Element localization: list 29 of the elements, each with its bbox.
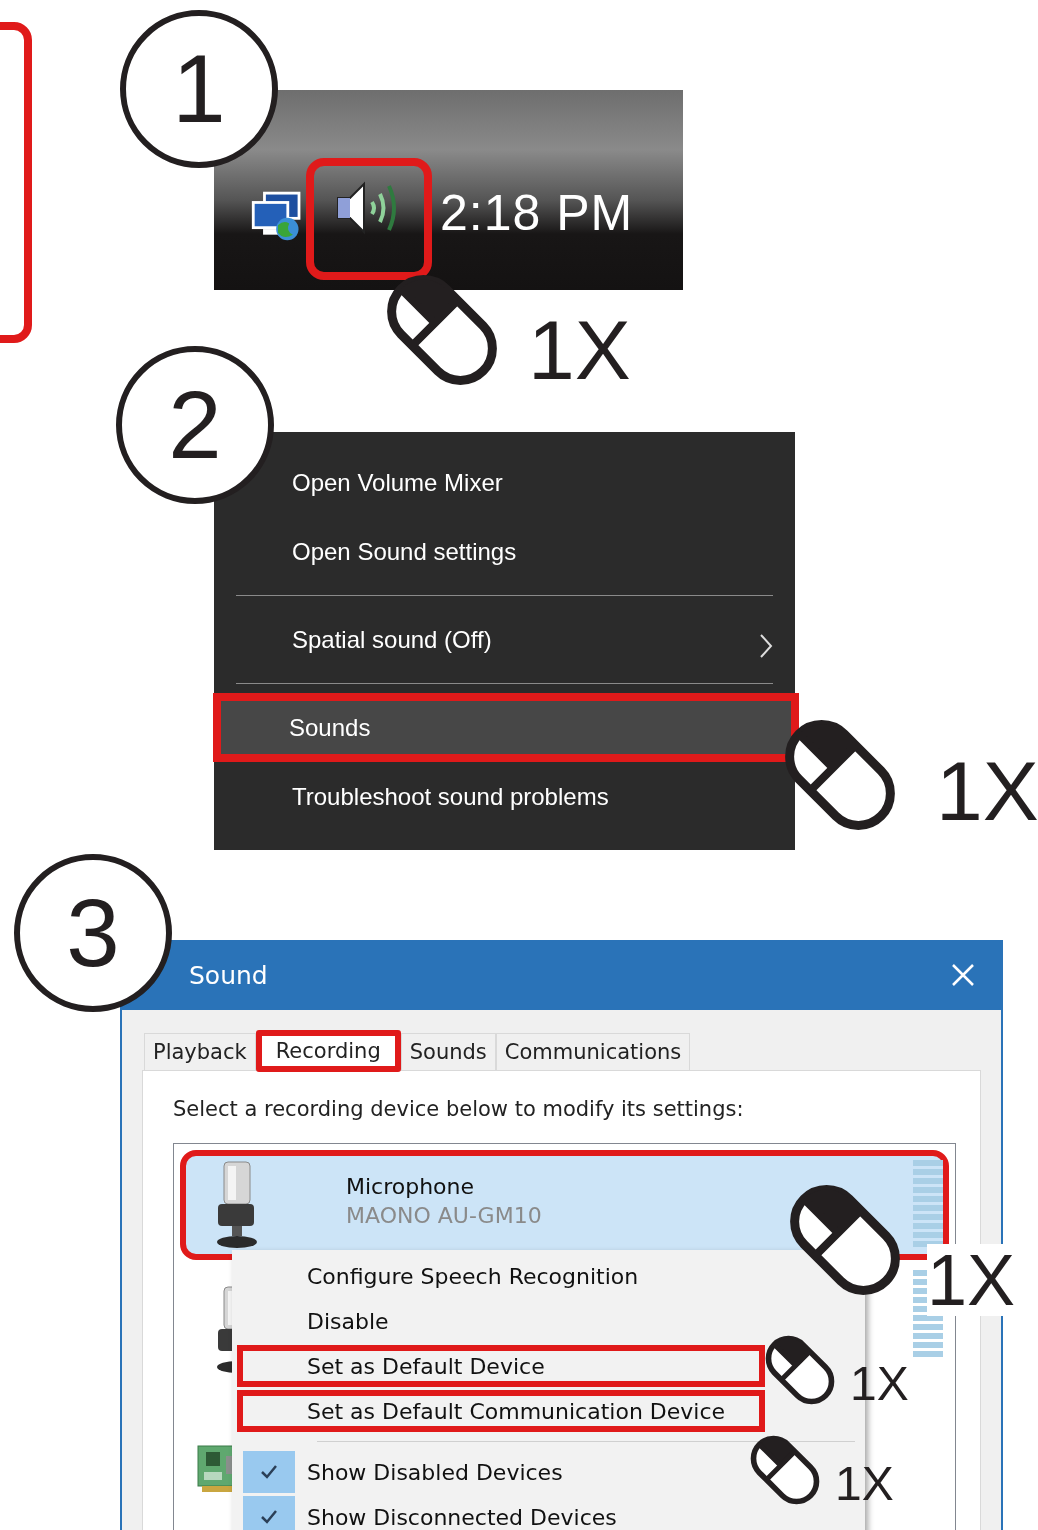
click-count: 1X [850,1360,909,1408]
menu-item[interactable]: Disable [237,1300,765,1342]
click-count: 1X [835,1460,894,1508]
menu-item[interactable]: Set as Default Device [237,1345,765,1387]
tab[interactable]: Communications [495,1033,691,1070]
level-meter-icon [913,1160,943,1247]
click-count: 1X [528,308,631,392]
menu-item[interactable]: Show Disabled Devices [237,1451,765,1493]
menu-item[interactable]: Open Volume Mixer [284,448,799,517]
instruction-text: Select a recording device below to modify its settings: [173,1097,745,1121]
step-number: 2 [116,346,274,504]
clock-time: 2:18 PM [440,184,634,242]
step-number: 3 [14,854,172,1012]
click-count: 1X [936,749,1038,833]
step-number: 1 [120,10,278,168]
menu-item[interactable]: Open Sound settings [284,517,799,586]
tab[interactable]: Sounds [400,1033,496,1070]
device-name: Microphone [346,1174,476,1199]
device-model: MAONO AU-GM10 [346,1203,542,1228]
menu-item[interactable]: Show Disconnected Devices [237,1496,765,1530]
close-icon [951,963,975,987]
tab[interactable]: Playback [144,1033,256,1070]
click-count: 1X [927,1244,1016,1316]
menu-item[interactable]: Troubleshoot sound problems [284,762,799,831]
menu-item[interactable]: Set as Default Communication Device [237,1390,765,1432]
menu-item[interactable]: Spatial sound (Off) [284,605,799,674]
window-title: Sound [189,960,268,990]
menu-item[interactable]: Sounds [213,693,799,762]
tab[interactable]: Recording [255,1030,401,1072]
